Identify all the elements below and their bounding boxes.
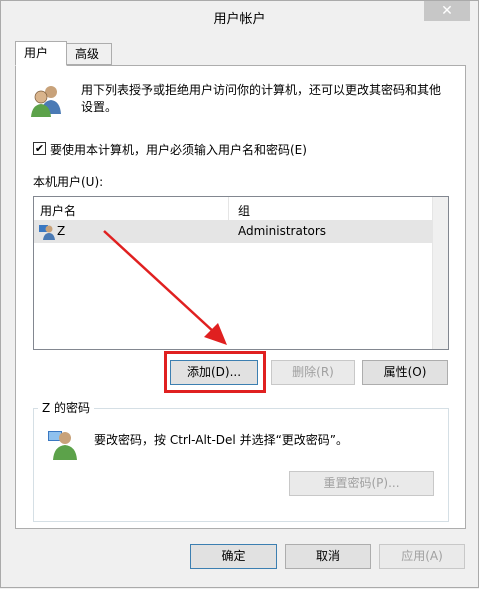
tab-users[interactable]: 用户 [15,41,67,66]
user-accounts-window: 用户帐户 ✕ 用户 高级 用下列表授予或拒绝用户访问你的计算机，还可以更改其密码… [0,0,479,588]
tab-users-label: 用户 [24,46,49,60]
annotation-arrow-icon [103,230,227,345]
